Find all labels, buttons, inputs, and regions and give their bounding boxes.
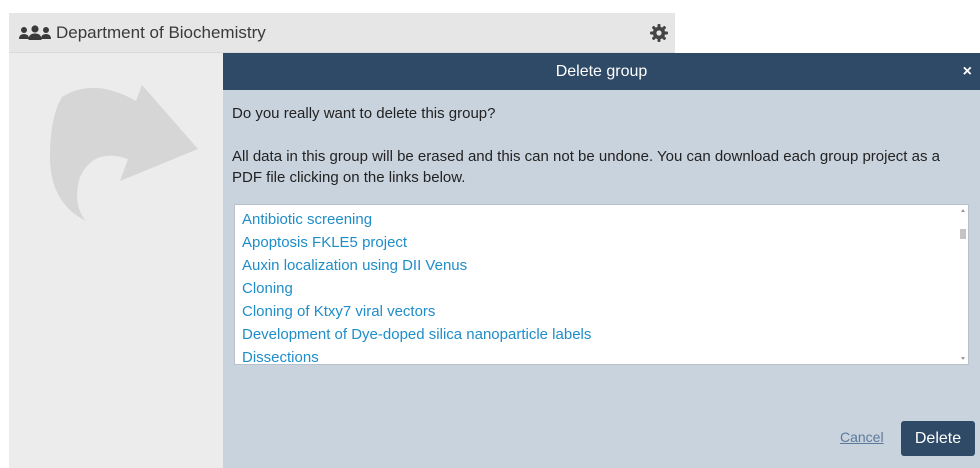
project-list: Antibiotic screening Apoptosis FKLE5 pro… <box>234 204 969 365</box>
project-link[interactable]: Dissections <box>242 346 968 364</box>
scrollbar[interactable] <box>958 205 968 364</box>
group-header: Department of Biochemistry <box>9 13 675 53</box>
project-link[interactable]: Cloning <box>242 277 968 300</box>
project-link[interactable]: Development of Dye-doped silica nanopart… <box>242 323 968 346</box>
project-link[interactable]: Antibiotic screening <box>242 208 968 231</box>
scroll-thumb[interactable] <box>960 229 966 239</box>
arrow-icon <box>50 85 198 221</box>
screen: Department of Biochemistry Delete group … <box>0 0 980 468</box>
confirm-question: Do you really want to delete this group? <box>232 105 496 122</box>
project-link[interactable]: Cloning of Ktxy7 viral vectors <box>242 300 968 323</box>
cancel-link[interactable]: Cancel <box>840 429 884 445</box>
group-title: Department of Biochemistry <box>56 23 266 42</box>
project-link[interactable]: Auxin localization using DII Venus <box>242 254 968 277</box>
warning-text: All data in this group will be erased an… <box>232 148 940 186</box>
project-items: Antibiotic screening Apoptosis FKLE5 pro… <box>235 205 968 364</box>
close-icon[interactable]: × <box>963 53 972 90</box>
scroll-down-arrow-icon[interactable] <box>961 357 965 360</box>
delete-button[interactable]: Delete <box>901 421 975 456</box>
group-users-icon <box>19 25 51 40</box>
modal-header: Delete group × <box>223 53 980 90</box>
modal-title: Delete group <box>555 63 648 80</box>
gear-icon[interactable] <box>649 23 669 43</box>
scroll-up-arrow-icon[interactable] <box>961 209 965 212</box>
project-link[interactable]: Apoptosis FKLE5 project <box>242 231 968 254</box>
delete-group-modal: Delete group × Do you really want to del… <box>223 53 980 468</box>
header-blank-area <box>675 13 967 53</box>
